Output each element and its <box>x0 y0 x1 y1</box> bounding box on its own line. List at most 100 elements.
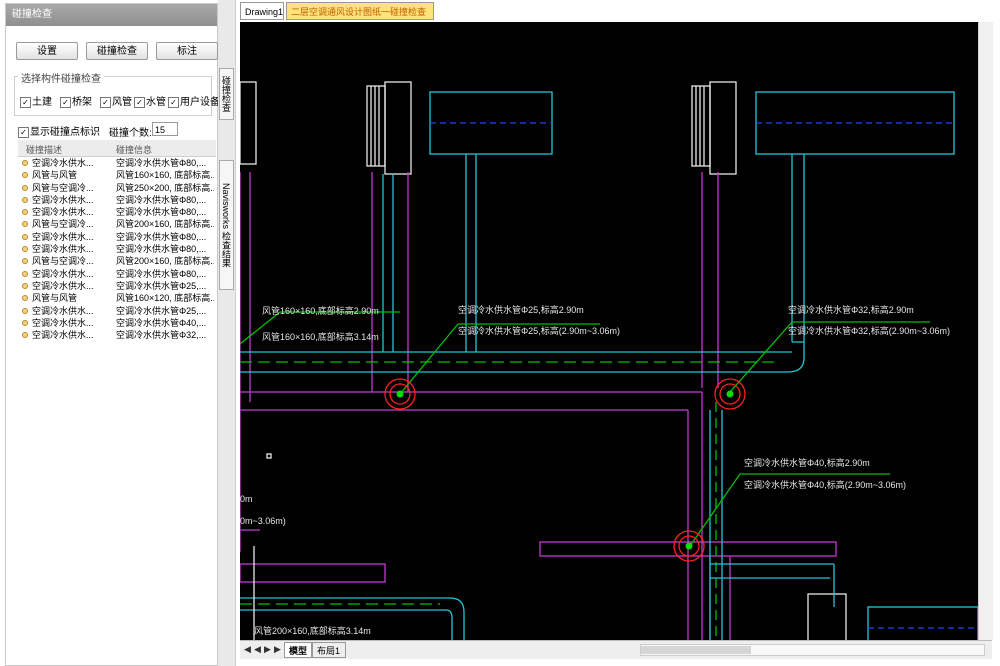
leader-lines <box>240 311 930 547</box>
clash-description: 空调冷水供水... <box>32 158 94 168</box>
clash-description: 空调冷水供水... <box>32 207 94 218</box>
clash-description: 空调冷水供水... <box>32 280 94 291</box>
fan-unit-3 <box>807 593 847 640</box>
result-row[interactable]: 空调冷水供水... 空调冷水供水管Φ25,... <box>18 280 216 292</box>
show-clash-marks-checkbox[interactable]: ✓ 显示碰撞点标识 <box>18 123 100 138</box>
scroll-thumb[interactable] <box>641 646 751 654</box>
clash-info: 空调冷水供水管Φ80,... <box>116 244 207 255</box>
fan-unit-1 <box>366 81 412 175</box>
label-duct-elev: 风管160×160,底部标高2.90m <box>262 305 379 316</box>
fan-unit-2 <box>691 81 737 175</box>
prev-tab-icon[interactable]: ◀ <box>254 644 261 655</box>
clash-point-icon <box>22 196 28 203</box>
clash-description: 风管与空调冷... <box>32 219 94 230</box>
tab-model[interactable]: 模型 <box>284 642 312 658</box>
tab-clash-check[interactable]: 碰撞检查 <box>219 68 234 120</box>
clash-info: 空调冷水供水管Φ80,... <box>116 194 207 205</box>
clash-info: 空调冷水供水管Φ40,... <box>116 317 207 328</box>
label-clash1-elev: 空调冷水供水管Φ25,标高2.90m <box>458 304 584 315</box>
clash-point-icon <box>22 258 28 265</box>
result-row[interactable]: 空调冷水供水... 空调冷水供水管Φ80,... <box>18 157 216 169</box>
component-filter-title: 选择构件碰撞检查 <box>18 70 104 85</box>
clash-description: 空调冷水供水... <box>32 244 94 255</box>
horizontal-scrollbar[interactable] <box>640 644 985 656</box>
result-row[interactable]: 空调冷水供水... 空调冷水供水管Φ80,... <box>18 231 216 243</box>
first-tab-icon[interactable]: ◀ <box>244 644 251 655</box>
settings-button[interactable]: 设置 <box>16 42 78 60</box>
clash-point-icon <box>22 282 28 289</box>
clash-check-button[interactable]: 碰撞检查 <box>86 42 148 60</box>
label-clash2-range: 空调冷水供水管Φ32,标高(2.90m~3.06m) <box>788 325 950 336</box>
clash-point-icon <box>22 307 28 314</box>
mark-button[interactable]: 标注 <box>156 42 218 60</box>
result-row[interactable]: 空调冷水供水... 空调冷水供水管Φ80,... <box>18 206 216 218</box>
clash-results-list: 碰撞描述 碰撞信息 空调冷水供水... 空调冷水供水管Φ80,... 风管与风管 风管… <box>18 140 216 660</box>
equipment-box-3 <box>867 606 978 640</box>
label-clash2-elev: 空调冷水供水管Φ32,标高2.90m <box>788 304 914 315</box>
side-tab-strip: 碰撞检查 Navisworks 检查结果 <box>218 0 236 666</box>
result-row[interactable]: 空调冷水供水... 空调冷水供水管Φ32,... <box>18 329 216 341</box>
clash-description: 空调冷水供水... <box>32 268 94 279</box>
label-clash1-range: 空调冷水供水管Φ25,标高(2.90m~3.06m) <box>458 325 620 336</box>
clash-info: 风管200×160, 底部标高... <box>116 256 214 267</box>
clash-info: 风管200×160, 底部标高... <box>116 219 214 230</box>
result-row[interactable]: 风管与空调冷... 风管200×160, 底部标高... <box>18 218 216 230</box>
tab-clash-drawing[interactable]: 二层空调通风设计图纸一碰撞检查 <box>286 2 434 20</box>
label-duct-200: 风管200×160,底部标高3.14m <box>254 625 371 636</box>
result-row[interactable]: 空调冷水供水... 空调冷水供水管Φ80,... <box>18 268 216 280</box>
clash-info: 风管160×160, 底部标高... <box>116 170 214 181</box>
check-icon: ✓ <box>168 96 179 108</box>
checkbox-civil[interactable]: ✓ 土建 <box>20 93 52 108</box>
checkbox-user-equipment[interactable]: ✓ 用户设备 <box>168 93 220 108</box>
equipment-left-edge <box>240 81 257 165</box>
clash-info: 空调冷水供水管Φ32,... <box>116 330 207 341</box>
clash-count-label: 碰撞个数: <box>109 128 152 139</box>
panel-title: 碰撞检查 <box>6 4 217 26</box>
label-partial-2: 0m~3.06m) <box>240 516 286 526</box>
clash-description: 风管与风管 <box>32 170 78 181</box>
tab-drawing1[interactable]: Drawing1 <box>240 2 284 20</box>
clash-point-icon <box>22 332 28 339</box>
vertical-scrollbar[interactable] <box>978 22 993 640</box>
column-header-info: 碰撞信息 <box>116 145 153 155</box>
clash-point-icon <box>22 172 28 179</box>
clash-point-icon <box>22 295 28 302</box>
clash-info: 空调冷水供水管Φ80,... <box>116 207 207 218</box>
result-row[interactable]: 空调冷水供水... 空调冷水供水管Φ80,... <box>18 243 216 255</box>
tab-layout1[interactable]: 布局1 <box>312 642 346 658</box>
result-row[interactable]: 空调冷水供水... 空调冷水供水管Φ40,... <box>18 317 216 329</box>
main-pipe-run <box>240 341 805 373</box>
clash-info: 风管160×120, 底部标高... <box>116 293 214 304</box>
label-duct-bottom: 风管160×160,底部标高3.14m <box>262 331 379 342</box>
result-row[interactable]: 风管与风管 风管160×120, 底部标高... <box>18 292 216 304</box>
label-partial-1: 0m <box>240 494 253 504</box>
result-row[interactable]: 空调冷水供水... 空调冷水供水管Φ25,... <box>18 305 216 317</box>
check-icon: ✓ <box>134 96 145 108</box>
check-icon: ✓ <box>60 96 71 108</box>
tab-navisworks-results[interactable]: Navisworks 检查结果 <box>219 160 234 290</box>
checkbox-tray[interactable]: ✓ 桥架 <box>60 93 92 108</box>
clash-point-icon <box>22 184 28 191</box>
clash-point-icon <box>22 246 28 253</box>
clash-point-icon <box>22 209 28 216</box>
vertical-pipes <box>382 154 805 352</box>
result-row[interactable]: 空调冷水供水... 空调冷水供水管Φ80,... <box>18 194 216 206</box>
results-header: 碰撞描述 碰撞信息 <box>18 140 216 157</box>
cad-drawing-canvas[interactable]: 空调冷水供水管Φ25,标高2.90m 空调冷水供水管Φ25,标高(2.90m~3… <box>240 22 978 640</box>
result-row[interactable]: 风管与空调冷... 风管250×200, 底部标高... <box>18 182 216 194</box>
horizontal-duct <box>240 391 837 640</box>
last-tab-icon[interactable]: ▶ <box>274 644 281 655</box>
clash-check-panel: 碰撞检查 设置 碰撞检查 标注 选择构件碰撞检查 ✓ 土建 ✓ 桥架 ✓ 风管 ✓ 水管… <box>5 3 220 666</box>
checkbox-duct[interactable]: ✓ 风管 <box>100 93 132 108</box>
next-tab-icon[interactable]: ▶ <box>264 644 271 655</box>
right-vertical-pipe <box>709 402 835 640</box>
result-row[interactable]: 风管与风管 风管160×160, 底部标高... <box>18 169 216 181</box>
clash-description: 风管与风管 <box>32 293 78 304</box>
results-rows: 空调冷水供水... 空调冷水供水管Φ80,... 风管与风管 风管160×160, 底… <box>18 157 216 341</box>
clash-point-icon <box>22 319 28 326</box>
result-row[interactable]: 风管与空调冷... 风管200×160, 底部标高... <box>18 255 216 267</box>
check-icon: ✓ <box>100 96 111 108</box>
column-header-description: 碰撞描述 <box>26 145 63 155</box>
checkbox-water-pipe[interactable]: ✓ 水管 <box>134 93 166 108</box>
clash-count-field[interactable]: 15 <box>152 122 178 136</box>
